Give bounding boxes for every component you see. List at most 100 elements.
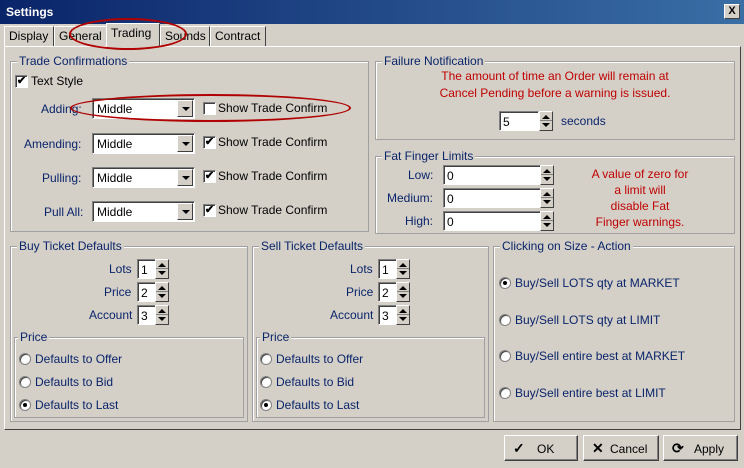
sell-lots-value: 1 bbox=[382, 263, 389, 277]
text-style-checkbox[interactable]: ✔ bbox=[15, 75, 28, 88]
failure-message-line1: The amount of time an Order will remain … bbox=[441, 69, 669, 83]
tab-contract[interactable]: Contract bbox=[210, 26, 266, 47]
group-title: Fat Finger Limits bbox=[382, 149, 476, 163]
adding-show-confirm-label: Show Trade Confirm bbox=[218, 101, 328, 115]
pulling-show-confirm-label: Show Trade Confirm bbox=[218, 169, 328, 183]
low-value: 0 bbox=[447, 169, 454, 183]
medium-input[interactable]: 0 bbox=[443, 188, 541, 208]
buy-price-value: 2 bbox=[141, 286, 148, 300]
high-spinner[interactable] bbox=[540, 211, 554, 231]
sell-price-input[interactable]: 2 bbox=[378, 282, 397, 302]
low-input[interactable]: 0 bbox=[443, 165, 541, 185]
size-action-lots-limit-radio[interactable] bbox=[499, 314, 511, 326]
tab-label: Display bbox=[9, 29, 49, 43]
group-title: Trade Confirmations bbox=[17, 54, 130, 68]
buy-price-input[interactable]: 2 bbox=[137, 282, 156, 302]
adding-value: Middle bbox=[97, 102, 133, 116]
text-style-label: Text Style bbox=[31, 74, 84, 88]
tab-label: General bbox=[59, 29, 102, 43]
tab-label: Trading bbox=[111, 26, 152, 40]
buy-lots-label: Lots bbox=[109, 262, 132, 276]
close-icon: X bbox=[728, 5, 736, 17]
buy-default-offer-label: Defaults to Offer bbox=[35, 352, 123, 366]
sell-default-last-radio[interactable] bbox=[260, 399, 272, 411]
sell-default-bid-radio[interactable] bbox=[260, 376, 272, 388]
group-title: Failure Notification bbox=[382, 54, 486, 68]
low-spinner[interactable] bbox=[540, 165, 554, 185]
sell-price-spinner[interactable] bbox=[396, 282, 410, 302]
buy-account-label: Account bbox=[89, 308, 133, 322]
high-label: High: bbox=[405, 214, 434, 228]
tab-label: Contract bbox=[215, 29, 261, 43]
sell-account-input[interactable]: 3 bbox=[378, 305, 397, 325]
pull-all-show-confirm-checkbox[interactable]: ✔ bbox=[203, 204, 216, 217]
amending-show-confirm-checkbox[interactable]: ✔ bbox=[203, 136, 216, 149]
buy-price-label: Price bbox=[104, 285, 132, 299]
sell-account-label: Account bbox=[330, 308, 374, 322]
pulling-value: Middle bbox=[97, 171, 133, 185]
buy-default-bid-radio[interactable] bbox=[19, 376, 31, 388]
high-input[interactable]: 0 bbox=[443, 211, 541, 231]
sell-price-label: Price bbox=[346, 285, 374, 299]
buy-default-offer-radio[interactable] bbox=[19, 353, 31, 365]
medium-label: Medium: bbox=[387, 191, 434, 205]
buy-account-input[interactable]: 3 bbox=[137, 305, 156, 325]
pulling-select[interactable]: Middle bbox=[92, 167, 195, 188]
apply-button[interactable]: ⟳ Apply bbox=[663, 435, 738, 461]
pull-all-value: Middle bbox=[97, 205, 133, 219]
buy-lots-spinner[interactable] bbox=[155, 259, 169, 279]
size-action-best-market-radio[interactable] bbox=[499, 350, 511, 362]
title-bar: Settings X bbox=[0, 0, 744, 24]
x-icon: ✕ bbox=[592, 440, 604, 456]
tab-display[interactable]: Display bbox=[4, 26, 54, 47]
tab-sounds[interactable]: Sounds bbox=[160, 26, 210, 47]
group-title: Price bbox=[18, 330, 50, 344]
failure-seconds-input[interactable]: 5 bbox=[499, 111, 539, 131]
cancel-button[interactable]: ✕ Cancel bbox=[583, 435, 659, 461]
group-title: Price bbox=[260, 330, 292, 344]
chevron-down-icon bbox=[177, 135, 193, 152]
sell-lots-label: Lots bbox=[350, 262, 373, 276]
high-value: 0 bbox=[447, 215, 454, 229]
sell-lots-input[interactable]: 1 bbox=[378, 259, 397, 279]
size-action-lots-limit-label: Buy/Sell LOTS qty at LIMIT bbox=[515, 313, 661, 327]
failure-seconds-spinner[interactable] bbox=[539, 111, 553, 131]
size-action-best-limit-radio[interactable] bbox=[499, 387, 511, 399]
sell-default-offer-radio[interactable] bbox=[260, 353, 272, 365]
failure-seconds-value: 5 bbox=[503, 115, 510, 129]
amending-select[interactable]: Middle bbox=[92, 133, 195, 154]
sell-account-value: 3 bbox=[382, 309, 389, 323]
buy-account-spinner[interactable] bbox=[155, 305, 169, 325]
tab-general[interactable]: General bbox=[54, 26, 107, 47]
tab-trading[interactable]: Trading bbox=[106, 23, 160, 47]
buy-lots-value: 1 bbox=[141, 263, 148, 277]
medium-spinner[interactable] bbox=[540, 188, 554, 208]
low-label: Low: bbox=[408, 168, 434, 182]
chevron-down-icon bbox=[177, 203, 193, 220]
fat-finger-note-line2: a limit will bbox=[614, 183, 666, 197]
sell-account-spinner[interactable] bbox=[396, 305, 410, 325]
ok-label: OK bbox=[537, 442, 555, 456]
sell-default-last-label: Defaults to Last bbox=[276, 398, 360, 412]
amending-show-confirm-label: Show Trade Confirm bbox=[218, 135, 328, 149]
adding-select[interactable]: Middle bbox=[92, 98, 195, 119]
checkmark-icon: ✓ bbox=[513, 440, 525, 456]
size-action-lots-market-radio[interactable] bbox=[499, 277, 511, 289]
buy-price-spinner[interactable] bbox=[155, 282, 169, 302]
pulling-label: Pulling: bbox=[42, 171, 82, 185]
apply-label: Apply bbox=[694, 442, 725, 456]
close-button[interactable]: X bbox=[724, 4, 740, 19]
adding-show-confirm-checkbox[interactable] bbox=[203, 102, 216, 115]
buy-default-last-radio[interactable] bbox=[19, 399, 31, 411]
sell-price-value: 2 bbox=[382, 286, 389, 300]
buy-lots-input[interactable]: 1 bbox=[137, 259, 156, 279]
group-title: Clicking on Size - Action bbox=[500, 239, 633, 253]
pull-all-select[interactable]: Middle bbox=[92, 201, 195, 222]
pulling-show-confirm-checkbox[interactable]: ✔ bbox=[203, 170, 216, 183]
ok-button[interactable]: ✓ OK bbox=[504, 435, 578, 461]
failure-message-line2: Cancel Pending before a warning is issue… bbox=[439, 86, 671, 100]
seconds-label: seconds bbox=[561, 114, 606, 128]
medium-value: 0 bbox=[447, 192, 454, 206]
sell-lots-spinner[interactable] bbox=[396, 259, 410, 279]
group-title: Buy Ticket Defaults bbox=[17, 239, 124, 253]
